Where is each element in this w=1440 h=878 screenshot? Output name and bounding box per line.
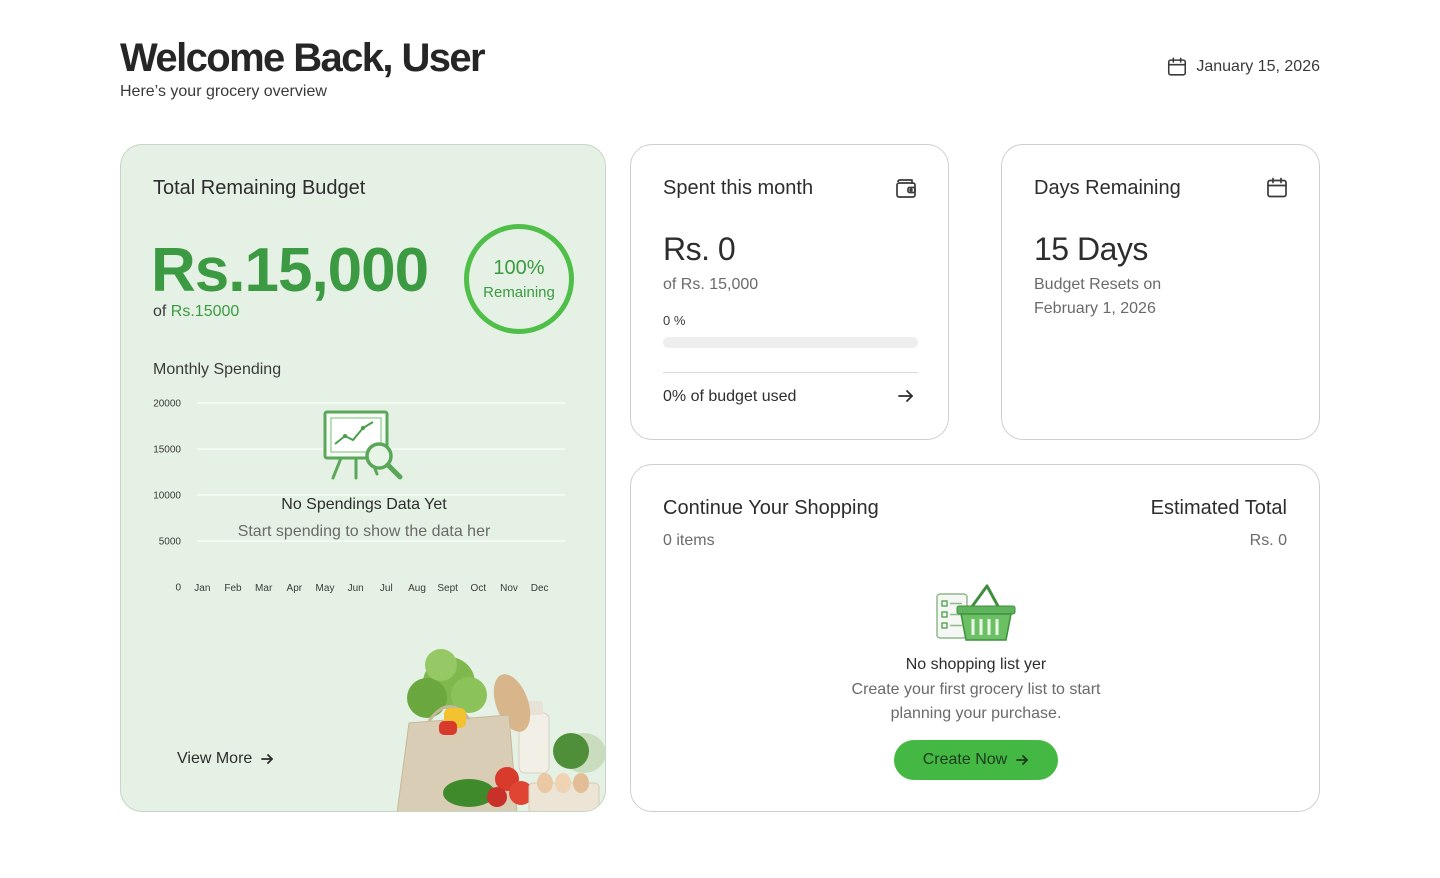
days-remaining-card: Days Remaining 15 Days Budget Resets on … — [1001, 144, 1320, 440]
chart-x-tick-label: Mar — [255, 583, 273, 594]
chart-x-tick-label: Jul — [380, 583, 393, 594]
chart-x-tick-label: Feb — [224, 583, 242, 594]
remaining-budget-card: Total Remaining Budget Rs.15,000 of Rs.1… — [120, 144, 606, 812]
chart-x-tick-label: Sept — [437, 583, 458, 594]
chart-y-tick-label: 15000 — [153, 445, 181, 456]
ring-percent: 100% — [493, 257, 545, 279]
estimated-total-label: Estimated Total — [1150, 497, 1287, 519]
view-more-link[interactable]: View More — [177, 750, 274, 768]
chart-x-tick-label: Aug — [408, 583, 426, 594]
reset-label: Budget Resets on — [1034, 276, 1162, 293]
page-title: Welcome Back, User — [120, 36, 486, 80]
grocery-bag-illustration — [396, 649, 605, 811]
budget-used-text: 0% of budget used — [663, 388, 797, 405]
chart-x-tick-label: Dec — [531, 583, 549, 594]
spent-of-budget: of Rs. 15,000 — [663, 276, 759, 293]
calendar-icon — [1267, 177, 1287, 198]
arrow-right-icon[interactable] — [896, 386, 916, 406]
spent-this-month-card: Spent this month Rs. 0 of Rs. 15,000 0 %… — [630, 144, 949, 440]
no-data-title: No Spendings Data Yet — [281, 496, 447, 513]
remaining-ring: 100% Remaining — [464, 224, 574, 334]
estimated-total-value: Rs. 0 — [1249, 532, 1287, 549]
budget-amount: Rs.15,000 — [151, 236, 429, 305]
spent-value: Rs. 0 — [663, 231, 736, 267]
chart-x-tick-label: Nov — [500, 583, 518, 594]
create-now-button[interactable]: Create Now — [894, 740, 1058, 780]
ring-label: Remaining — [483, 284, 555, 301]
divider — [663, 372, 918, 373]
continue-shopping-card: Continue Your Shopping 0 items Estimated… — [630, 464, 1320, 812]
page-subtitle: Here’s your grocery overview — [120, 83, 327, 100]
current-date: January 15, 2026 — [1166, 56, 1320, 78]
chart-y-tick-label: 5000 — [159, 537, 182, 548]
shopping-basket-icon — [936, 584, 1016, 641]
chart-y-tick-label: 0 — [175, 583, 181, 594]
chart-x-tick-label: May — [316, 583, 335, 594]
calendar-icon — [1168, 57, 1187, 76]
days-value: 15 Days — [1034, 231, 1148, 267]
spent-progress-bar — [663, 337, 918, 348]
monthly-spending-label: Monthly Spending — [153, 361, 282, 378]
create-now-label: Create Now — [922, 751, 1008, 768]
chart-x-tick-label: Jun — [348, 583, 364, 594]
arrow-right-icon — [261, 754, 274, 764]
reset-date: February 1, 2026 — [1034, 300, 1156, 317]
shopping-title: Continue Your Shopping — [663, 497, 879, 519]
chart-y-tick-label: 20000 — [153, 399, 181, 410]
shopping-items-count: 0 items — [663, 532, 715, 549]
days-title: Days Remaining — [1034, 177, 1181, 199]
no-data-text: Start spending to show the data her — [237, 523, 491, 540]
budget-title: Total Remaining Budget — [153, 177, 366, 199]
view-more-label: View More — [177, 750, 253, 767]
spent-title: Spent this month — [663, 177, 814, 199]
chart-x-tick-label: Apr — [287, 583, 303, 594]
empty-list-title: No shopping list yer — [905, 656, 1047, 673]
presentation-chart-icon — [323, 410, 403, 480]
spent-percent: 0 % — [663, 313, 686, 328]
budget-of-prefix: of — [153, 303, 171, 320]
date-text: January 15, 2026 — [1196, 58, 1320, 75]
budget-total: of Rs.15000 — [153, 303, 239, 321]
chart-x-tick-label: Jan — [194, 583, 210, 594]
chart-x-tick-label: Oct — [471, 583, 487, 594]
arrow-right-icon — [1016, 755, 1029, 765]
empty-list-text: Create your first grocery list to start … — [851, 681, 1101, 722]
budget-total-value: Rs.15000 — [170, 303, 240, 320]
wallet-icon — [896, 179, 916, 198]
